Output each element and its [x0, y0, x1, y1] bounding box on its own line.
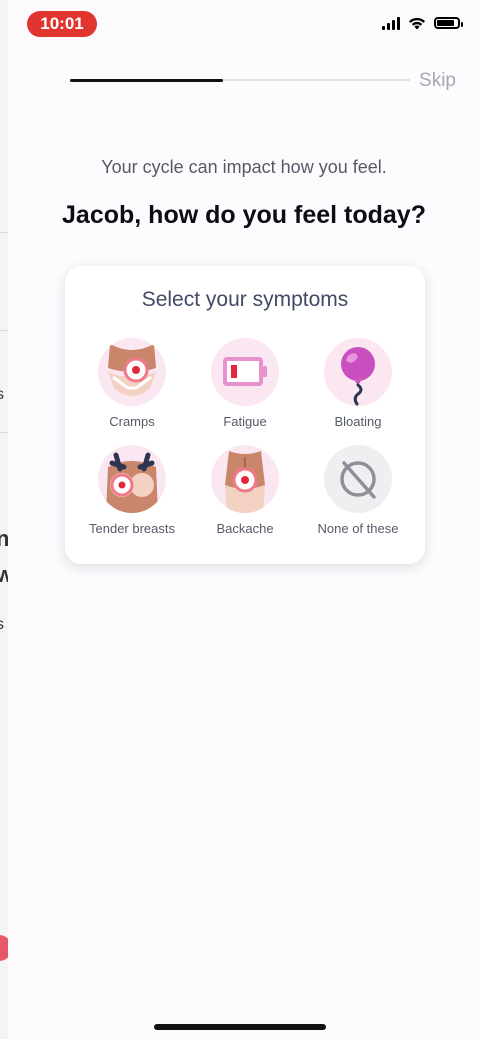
onboarding-progress-bar — [70, 78, 410, 82]
symptom-label: Tender breasts — [89, 521, 175, 536]
background-divider — [0, 432, 8, 433]
symptom-option-fatigue[interactable]: Fatigue — [189, 338, 301, 438]
symptom-option-cramps[interactable]: Cramps — [76, 338, 188, 438]
battery-icon — [434, 17, 463, 29]
tender-breasts-icon — [98, 445, 166, 513]
symptom-option-none[interactable]: None of these — [302, 445, 414, 545]
symptom-option-backache[interactable]: Backache — [189, 445, 301, 545]
symptom-label: Cramps — [109, 414, 155, 429]
skip-button[interactable]: Skip — [419, 70, 456, 92]
symptom-option-tender-breasts[interactable]: Tender breasts — [76, 445, 188, 545]
card-title: Select your symptoms — [141, 288, 349, 311]
background-text-fragment: s — [0, 616, 4, 634]
onboarding-progress-fill — [70, 78, 223, 82]
none-icon — [324, 445, 392, 513]
cellular-signal-icon — [382, 16, 400, 30]
low-battery-icon — [211, 338, 279, 406]
background-divider — [0, 232, 8, 233]
symptom-label: Bloating — [334, 414, 382, 429]
symptom-label: Backache — [216, 521, 274, 536]
balloon-icon — [324, 338, 392, 406]
symptom-option-bloating[interactable]: Bloating — [302, 338, 414, 438]
symptom-label: Fatigue — [223, 414, 267, 429]
backache-icon — [211, 445, 279, 513]
symptoms-card: Select your symptoms Cramps Fatigue Bloa… — [65, 266, 425, 564]
symptoms-sheet: 10:01 Skip Your cycle can impact how you… — [8, 0, 480, 1039]
background-divider — [0, 330, 8, 331]
cramps-icon — [98, 338, 166, 406]
page-title: Jacob, how do you feel today? — [62, 201, 426, 229]
status-time: 10:01 — [27, 11, 97, 37]
wifi-icon — [409, 17, 425, 30]
intro-subtitle: Your cycle can impact how you feel. — [101, 157, 387, 177]
status-icons — [382, 16, 463, 30]
symptom-label: None of these — [317, 521, 399, 536]
home-indicator[interactable] — [154, 1024, 326, 1030]
background-text-fragment: s — [0, 386, 4, 404]
